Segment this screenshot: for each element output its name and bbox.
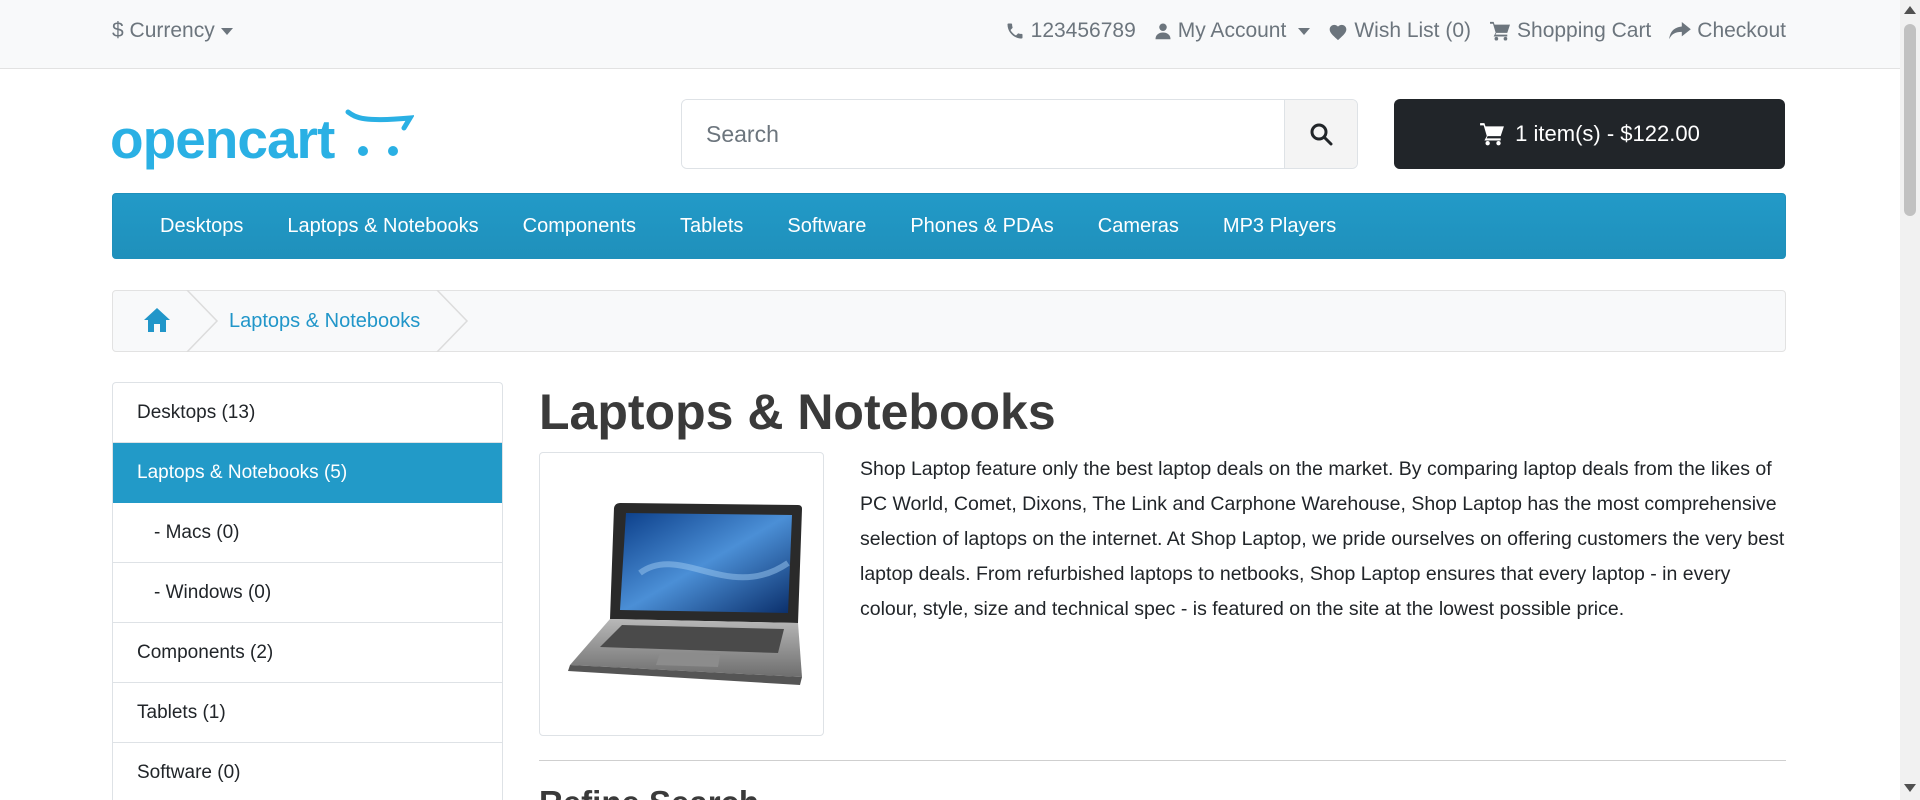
chevron-down-icon <box>1298 27 1311 35</box>
category-desktops[interactable]: Desktops (13) <box>113 383 502 443</box>
phone-number: 123456789 <box>1030 19 1136 42</box>
page-scrollbar[interactable] <box>1900 0 1920 800</box>
category-description: Shop Laptop feature only the best laptop… <box>860 458 1785 620</box>
menu-item-cameras[interactable]: Cameras <box>1098 215 1179 238</box>
logo-image: opencart <box>110 108 415 170</box>
main-menu: Desktops Laptops & Notebooks Components … <box>112 193 1786 259</box>
category-macs[interactable]: - Macs (0) <box>113 503 502 563</box>
category-windows[interactable]: - Windows (0) <box>113 563 502 623</box>
menu-item-tablets[interactable]: Tablets <box>680 215 743 238</box>
wishlist-link[interactable]: Wish List (0) <box>1328 19 1471 43</box>
home-icon <box>144 308 170 332</box>
breadcrumb-item-laptops[interactable]: Laptops & Notebooks <box>229 291 420 351</box>
refine-search-heading: Refine Search <box>539 784 759 800</box>
logo-text: opencart <box>110 108 335 170</box>
currency-dropdown[interactable]: $ Currency <box>112 0 233 62</box>
breadcrumb: Laptops & Notebooks <box>112 290 1786 352</box>
breadcrumb-separator <box>436 290 469 352</box>
breadcrumb-home[interactable] <box>143 307 171 338</box>
currency-label: Currency <box>129 19 215 42</box>
my-account-label: My Account <box>1177 19 1287 42</box>
laptop-image <box>568 503 802 685</box>
category-list: Desktops (13) Laptops & Notebooks (5) - … <box>112 382 503 800</box>
menu-item-mp3-players[interactable]: MP3 Players <box>1223 215 1336 238</box>
menu-item-software[interactable]: Software <box>787 215 866 238</box>
top-bar: $ Currency 123456789 My Account Wish Lis… <box>0 0 1900 69</box>
phone-link[interactable]: 123456789 <box>1005 19 1136 43</box>
category-components[interactable]: Components (2) <box>113 623 502 683</box>
search-input[interactable] <box>682 100 1284 168</box>
menu-item-phones-pdas[interactable]: Phones & PDAs <box>910 215 1053 238</box>
share-icon <box>1669 22 1692 40</box>
search-button[interactable] <box>1284 100 1357 168</box>
scroll-up-arrow-icon[interactable] <box>1904 6 1916 14</box>
my-account-dropdown[interactable]: My Account <box>1154 19 1311 43</box>
shopping-cart-link[interactable]: Shopping Cart <box>1489 19 1651 43</box>
cart-button-label: 1 item(s) - $122.00 <box>1515 121 1700 146</box>
cart-button[interactable]: 1 item(s) - $122.00 <box>1394 99 1785 169</box>
category-software[interactable]: Software (0) <box>113 743 502 800</box>
breadcrumb-separator <box>186 290 219 352</box>
cart-icon <box>1480 123 1505 146</box>
search-icon <box>1310 123 1333 146</box>
scroll-down-arrow-icon[interactable] <box>1904 784 1916 792</box>
phone-icon <box>1007 23 1023 39</box>
currency-symbol: $ <box>112 19 124 42</box>
page-title: Laptops & Notebooks <box>539 384 1056 440</box>
search-bar <box>681 99 1358 169</box>
cart-icon <box>1490 21 1511 41</box>
opencart-logo[interactable]: opencart <box>110 108 415 175</box>
chevron-down-icon <box>220 27 233 35</box>
heart-icon <box>1329 24 1347 40</box>
menu-item-desktops[interactable]: Desktops <box>160 215 243 238</box>
shopping-cart-label: Shopping Cart <box>1517 19 1652 42</box>
divider <box>539 760 1786 761</box>
category-tablets[interactable]: Tablets (1) <box>113 683 502 743</box>
category-image <box>539 452 824 736</box>
wishlist-label: Wish List (0) <box>1354 19 1472 42</box>
scrollbar-thumb[interactable] <box>1904 24 1916 216</box>
user-icon <box>1155 23 1171 40</box>
menu-item-laptops-notebooks[interactable]: Laptops & Notebooks <box>287 215 478 238</box>
checkout-label: Checkout <box>1697 19 1786 42</box>
checkout-link[interactable]: Checkout <box>1669 19 1786 43</box>
menu-item-components[interactable]: Components <box>523 215 636 238</box>
category-laptops-notebooks[interactable]: Laptops & Notebooks (5) <box>113 443 502 503</box>
